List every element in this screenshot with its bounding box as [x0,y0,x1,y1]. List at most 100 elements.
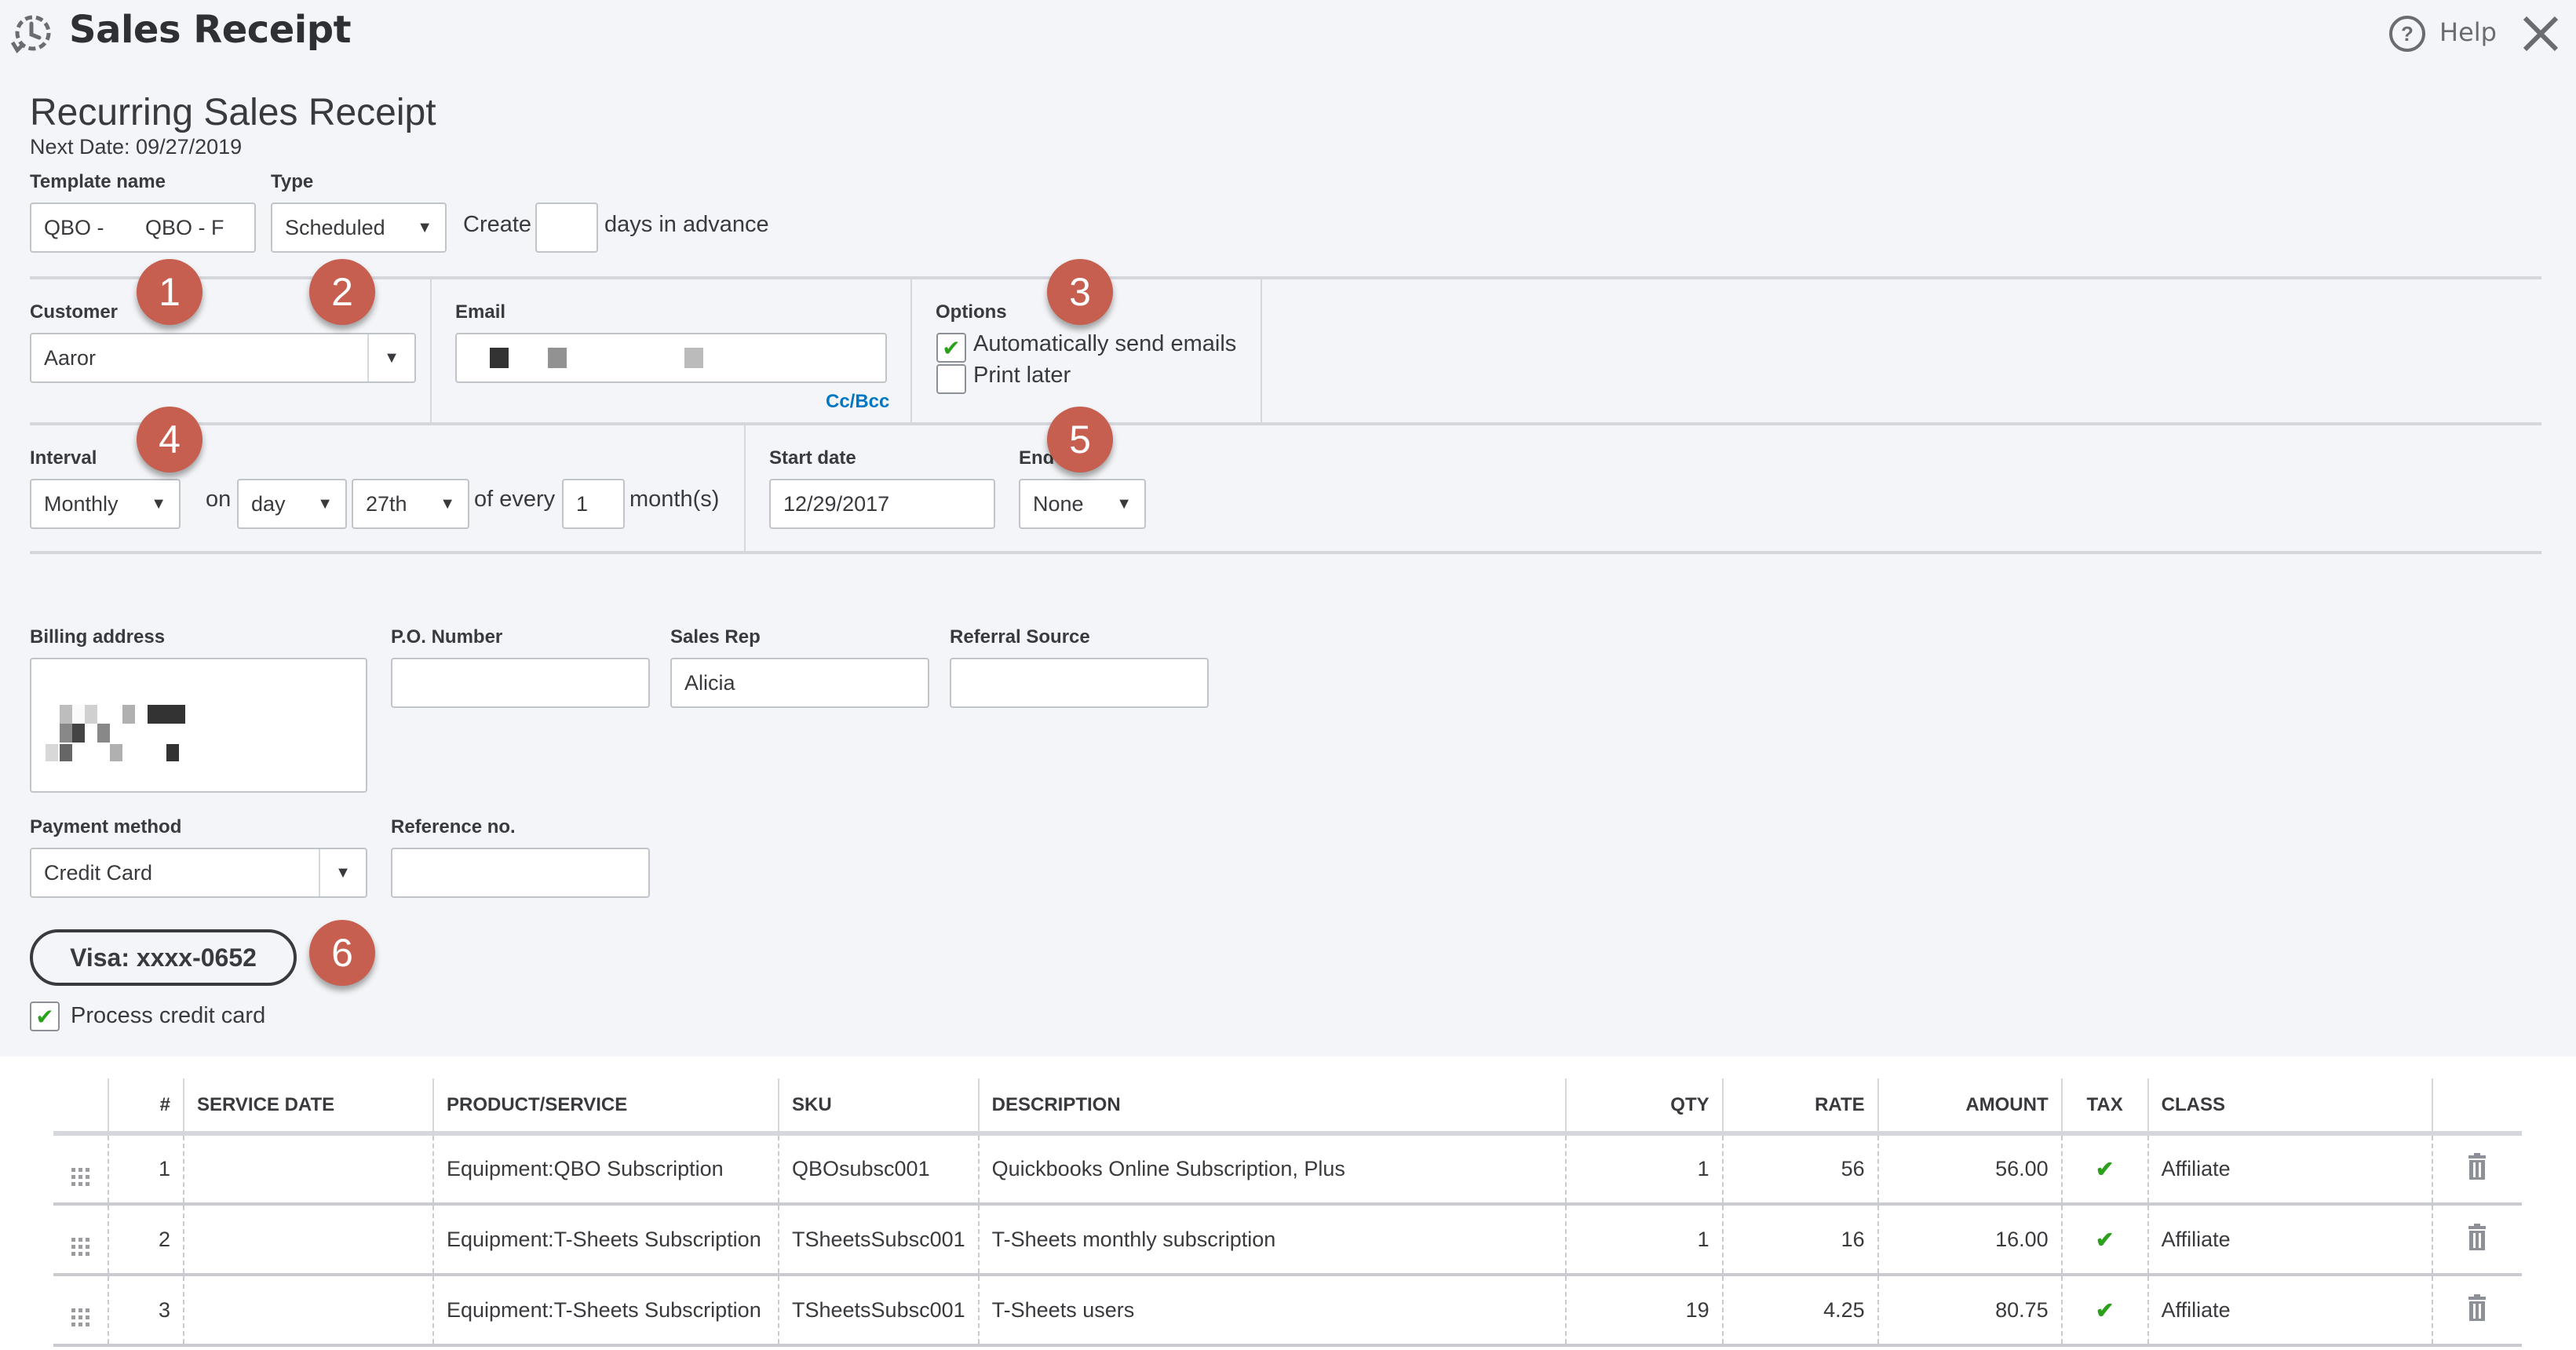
every-n-input[interactable]: 1 [562,479,625,529]
drag-handle-icon[interactable] [71,1308,89,1326]
rate-cell[interactable]: 4.25 [1721,1275,1878,1347]
trash-icon[interactable] [2467,1153,2487,1180]
referral-source-input[interactable] [950,658,1209,708]
service-date-cell[interactable] [183,1133,433,1206]
customer-value: Aaror [44,345,97,370]
service-date-cell[interactable] [183,1204,433,1276]
customer-label: Customer [30,301,119,323]
row-number: 3 [108,1275,184,1347]
class-cell[interactable]: Affiliate [2147,1275,2432,1347]
redacted-address [46,705,185,761]
cc-bcc-link[interactable]: Cc/Bcc [826,391,889,413]
amount-cell[interactable]: 56.00 [1877,1133,2062,1206]
template-name-label: Template name [30,171,166,192]
amount-cell[interactable]: 80.75 [1877,1275,2062,1347]
class-cell[interactable]: Affiliate [2147,1204,2432,1276]
chevron-down-icon[interactable]: ▼ [367,334,414,381]
auto-send-checkbox[interactable]: ✔ [936,333,966,363]
divider [1261,279,1262,422]
close-icon[interactable] [2521,14,2560,53]
saved-card-button[interactable]: Visa: xxxx-0652 [30,929,297,986]
sku-cell[interactable]: TSheetsSubsc001 [778,1204,979,1276]
checkmark-icon[interactable]: ✔ [2096,1157,2114,1181]
po-number-input[interactable] [391,658,650,708]
help-link[interactable]: Help [2439,17,2497,47]
options-label: Options [936,301,1007,323]
customer-combobox[interactable]: Aaror ▼ [30,333,416,383]
type-select[interactable]: Scheduled ▼ [271,202,447,253]
sku-cell[interactable]: TSheetsSubsc001 [778,1275,979,1347]
description-cell[interactable]: Quickbooks Online Subscription, Plus [977,1133,1566,1206]
type-label: Type [271,171,314,192]
checkmark-icon[interactable]: ✔ [2096,1298,2114,1323]
print-later-checkbox[interactable] [936,364,966,394]
service-date-cell[interactable] [183,1275,433,1347]
of-every-label: of every [474,487,556,512]
table-row[interactable]: 1 Equipment:QBO Subscription QBOsubsc001… [53,1133,2522,1206]
product-cell[interactable]: Equipment:T-Sheets Subscription [432,1204,779,1276]
col-product-service: PRODUCT/SERVICE [432,1078,779,1136]
rate-cell[interactable]: 56 [1721,1133,1878,1206]
divider [910,279,912,422]
recurring-clock-icon [10,15,51,54]
on-label: on [206,487,232,512]
billing-address-textarea[interactable] [30,658,367,793]
description-cell[interactable]: T-Sheets users [977,1275,1566,1347]
annotation-badge: 6 [309,920,375,986]
sales-rep-input[interactable]: Alicia [670,658,929,708]
rate-cell[interactable]: 16 [1721,1204,1878,1276]
payment-method-label: Payment method [30,816,182,837]
qty-cell[interactable]: 19 [1564,1275,1723,1347]
interval-frequency-select[interactable]: Monthly ▼ [30,479,181,529]
qty-cell[interactable]: 1 [1564,1204,1723,1276]
amount-cell[interactable]: 16.00 [1877,1204,2062,1276]
table-row[interactable]: 3 Equipment:T-Sheets Subscription TSheet… [53,1275,2522,1347]
divider [30,551,2541,554]
next-date: Next Date: 09/27/2019 [30,135,243,159]
product-cell[interactable]: Equipment:T-Sheets Subscription [432,1275,779,1347]
drag-handle-icon[interactable] [71,1238,89,1256]
reference-no-input[interactable] [391,848,650,898]
col-rate: RATE [1721,1078,1878,1136]
table-row[interactable]: 2 Equipment:T-Sheets Subscription TSheet… [53,1204,2522,1276]
divider [430,279,432,422]
qty-cell[interactable]: 1 [1564,1133,1723,1206]
class-cell[interactable]: Affiliate [2147,1133,2432,1206]
col-service-date: SERVICE DATE [183,1078,433,1136]
template-name-input[interactable]: QBO - QBO - F [30,202,256,253]
trash-icon[interactable] [2467,1223,2487,1250]
col-qty: QTY [1564,1078,1723,1136]
day-type-select[interactable]: day ▼ [237,479,347,529]
col-drag [53,1078,108,1136]
product-cell[interactable]: Equipment:QBO Subscription [432,1133,779,1206]
annotation-badge: 2 [309,259,375,325]
end-select[interactable]: None ▼ [1019,479,1146,529]
sales-rep-label: Sales Rep [670,626,761,648]
row-number: 1 [108,1133,184,1206]
page-title: Sales Receipt [69,8,352,52]
chevron-down-icon: ▼ [440,494,455,513]
checkmark-icon: ✔ [35,1003,54,1030]
start-date-input[interactable]: 12/29/2017 [769,479,995,529]
sku-cell[interactable]: QBOsubsc001 [778,1133,979,1206]
email-input[interactable] [455,333,887,383]
checkmark-icon[interactable]: ✔ [2096,1228,2114,1252]
payment-method-combobox[interactable]: Credit Card ▼ [30,848,367,898]
help-circle-icon[interactable]: ? [2388,14,2427,53]
days-in-advance-input[interactable] [535,202,598,253]
checkmark-icon: ✔ [942,334,961,361]
trash-icon[interactable] [2467,1293,2487,1321]
drag-handle-icon[interactable] [71,1167,89,1186]
process-card-checkbox[interactable]: ✔ [30,1002,60,1031]
col-class: CLASS [2147,1078,2432,1136]
chevron-down-icon[interactable]: ▼ [319,849,366,896]
type-value: Scheduled [285,215,385,239]
description-cell[interactable]: T-Sheets monthly subscription [977,1204,1566,1276]
day-select[interactable]: 27th ▼ [352,479,469,529]
chevron-down-icon: ▼ [151,494,166,513]
process-card-label: Process credit card [71,1003,266,1028]
create-label: Create [463,212,532,237]
interval-label: Interval [30,447,97,469]
annotation-badge: 4 [137,407,203,472]
col-actions [2431,1078,2522,1136]
